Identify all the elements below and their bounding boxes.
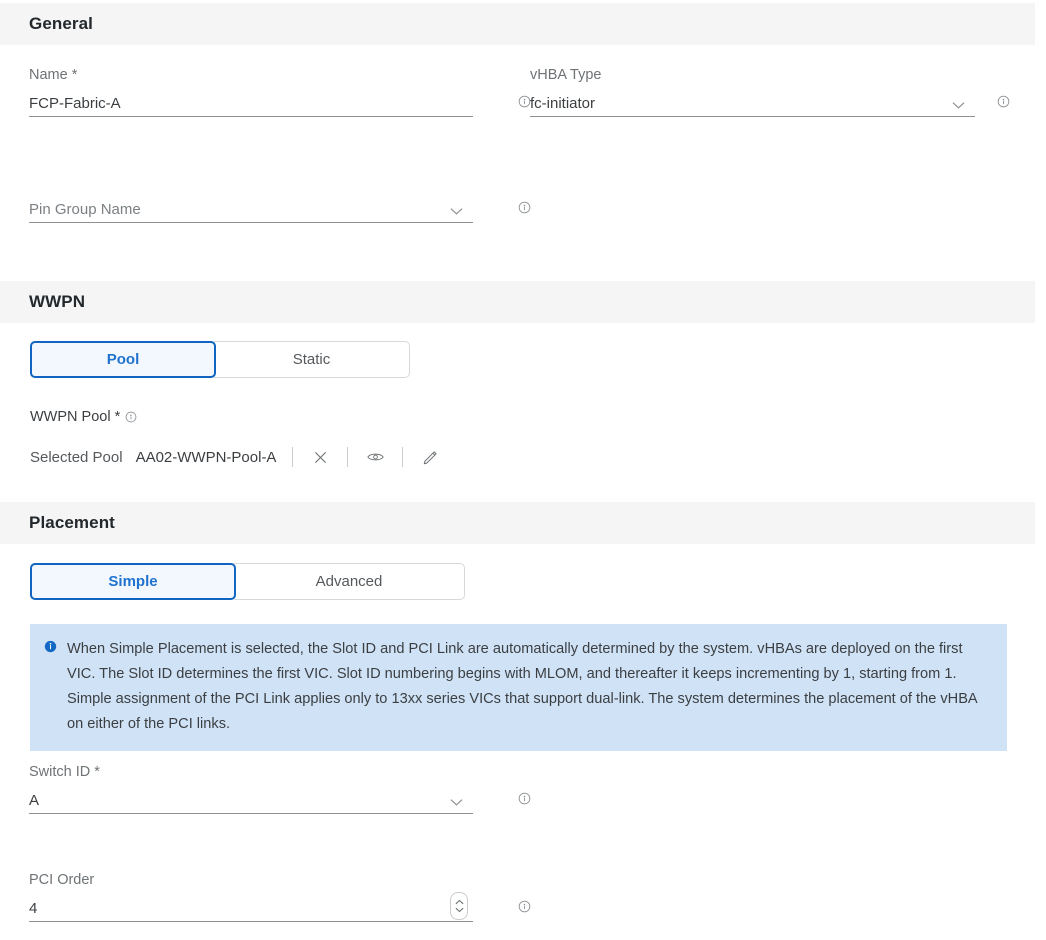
chevron-up-icon-pci-order [455,899,463,905]
wwpn-pool-label: WWPN Pool * [30,409,121,425]
divider-3 [402,447,404,467]
placement-info-alert-text: When Simple Placement is selected, the S… [67,641,977,732]
vhba-type-select[interactable]: fc-initiator [530,90,975,117]
selected-pool-row: Selected Pool AA02-WWPN-Pool-A [30,446,441,468]
chevron-down-icon-switch-id[interactable] [445,792,467,812]
switch-id-select-icons [445,792,467,812]
placement-toggle-advanced[interactable]: Advanced [234,563,465,600]
pin-group-name-placeholder: Pin Group Name [29,201,141,218]
wwpn-toggle-static[interactable]: Static [214,341,410,378]
quantity-stepper-pci-order[interactable] [450,892,468,920]
field-label-name: Name * [29,67,78,83]
switch-id-select[interactable]: A [29,787,473,814]
divider-2 [347,447,349,467]
section-header-wwpn: WWPN [0,281,1035,323]
wwpn-toggle-static-label: Static [292,351,331,368]
info-circle-icon-pin-group[interactable] [514,197,534,217]
placement-toggle-simple-label: Simple [108,573,158,590]
wwpn-source-toggle: Pool Static [30,341,410,378]
field-switch-id: Switch ID * A [29,763,530,814]
field-name: Name * FCP-Fabric-A [29,66,530,117]
close-icon-clear-pool[interactable] [309,446,331,468]
pin-group-name-select[interactable]: Pin Group Name [29,196,473,223]
placement-mode-toggle: Simple Advanced [30,563,465,600]
section-header-placement: Placement [0,502,1035,544]
divider-1 [292,447,294,467]
pci-order-input[interactable]: 4 [29,892,473,922]
selected-pool-value: AA02-WWPN-Pool-A [135,448,277,466]
info-circle-icon-switch-id[interactable] [514,788,534,808]
field-label-pci-order: PCI Order [29,872,95,888]
pci-order-stepper-wrap [450,892,468,921]
placement-info-alert: When Simple Placement is selected, the S… [30,624,1007,751]
vhba-type-select-icons [947,95,969,115]
wwpn-pool-label-row: WWPN Pool * [30,409,137,425]
field-pin-group-name: Pin Group Name [29,196,530,223]
wwpn-toggle-pool[interactable]: Pool [30,341,216,378]
pencil-icon-edit-pool[interactable] [419,446,441,468]
switch-id-value: A [29,792,40,809]
info-circle-icon-vhba-type[interactable] [993,91,1013,111]
info-circle-icon-wwpn-pool[interactable] [125,411,137,423]
eye-icon-view-pool[interactable] [364,446,386,468]
info-filled-icon-alert [44,640,57,737]
section-title-general: General [29,14,94,33]
pin-group-select-icons [445,201,467,221]
name-input[interactable]: FCP-Fabric-A [29,90,473,117]
section-title-placement: Placement [29,513,115,532]
wwpn-toggle-pool-label: Pool [106,351,140,368]
chevron-down-icon-vhba-type[interactable] [947,95,969,115]
section-title-wwpn: WWPN [29,292,86,311]
selected-pool-label: Selected Pool [30,448,123,466]
field-pci-order: PCI Order 4 [29,871,530,922]
field-label-vhba-type: vHBA Type [530,67,602,83]
name-input-value: FCP-Fabric-A [29,95,121,112]
chevron-down-icon-pin-group[interactable] [445,201,467,221]
info-circle-icon-pci-order[interactable] [514,896,534,916]
pci-order-value: 4 [29,900,38,917]
field-vhba-type: vHBA Type fc-initiator [530,66,1010,117]
section-header-general: General [0,3,1035,45]
field-label-switch-id: Switch ID * [29,764,100,780]
placement-toggle-advanced-label: Advanced [315,573,383,590]
placement-toggle-simple[interactable]: Simple [30,563,236,600]
vhba-type-value: fc-initiator [530,95,596,112]
chevron-down-icon-pci-order [455,907,463,913]
